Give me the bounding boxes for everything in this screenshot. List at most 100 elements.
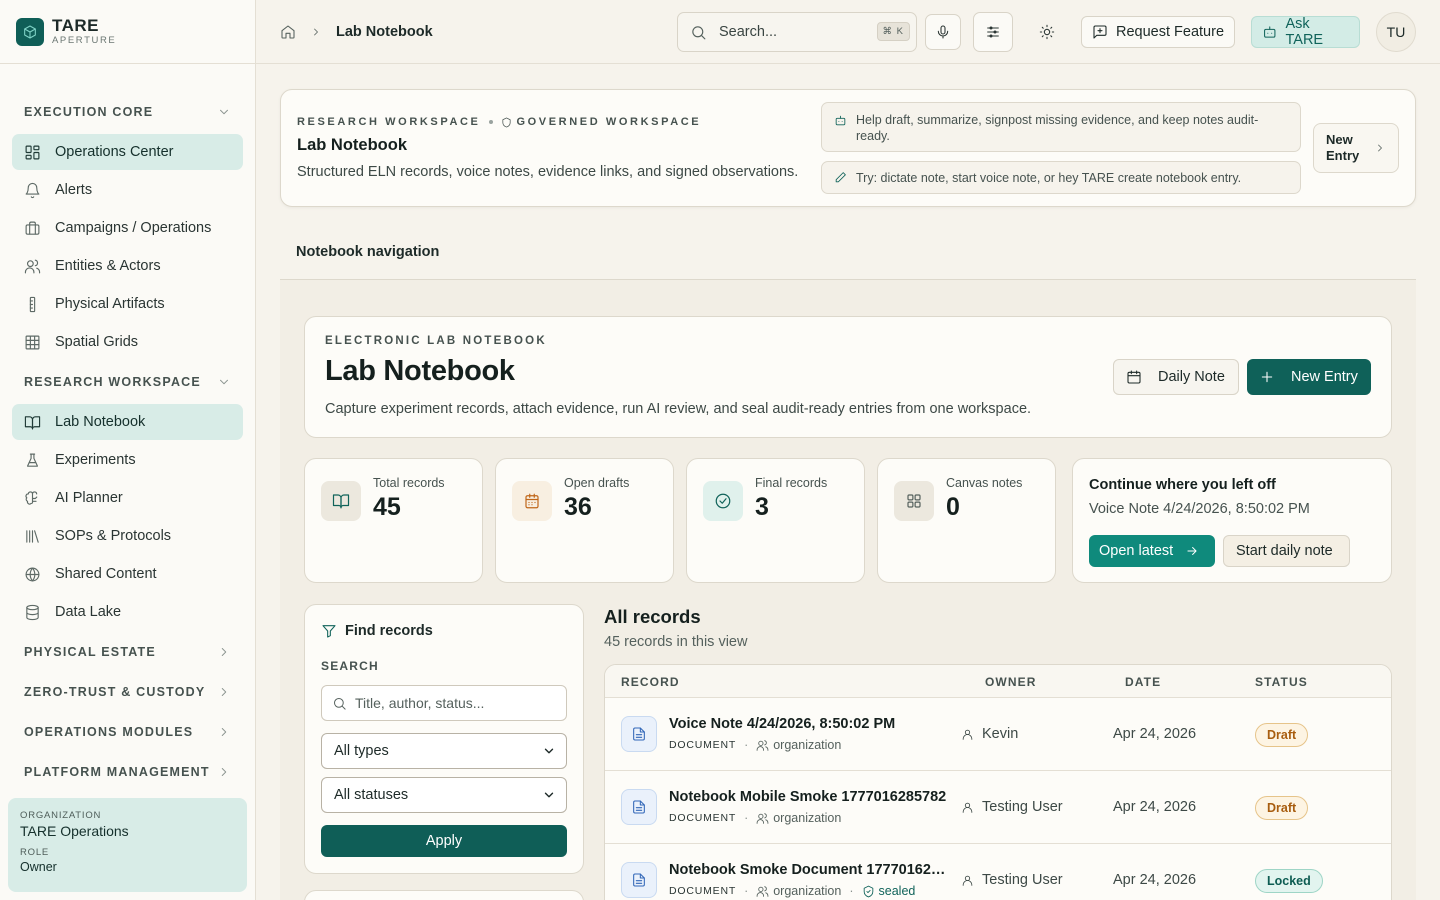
- stat-card-canvas-notes[interactable]: Canvas notes 0: [877, 458, 1056, 583]
- stat-card-total-records[interactable]: Total records 45: [304, 458, 483, 583]
- continue-card: Continue where you left off Voice Note 4…: [1072, 458, 1392, 583]
- user-avatar[interactable]: TU: [1376, 12, 1416, 52]
- chevron-right-icon: [1378, 144, 1382, 152]
- sidebar-item-alerts[interactable]: Alerts: [12, 172, 243, 208]
- nav-section-label: EXECUTION CORE: [24, 105, 154, 119]
- sidebar-item-label: AI Planner: [55, 490, 123, 506]
- sidebar-item-label: SOPs & Protocols: [55, 528, 172, 544]
- stat-value: 36: [564, 493, 592, 521]
- pen-icon: [835, 172, 846, 183]
- column-header-record[interactable]: RECORD: [621, 675, 680, 689]
- brand-subtitle: APERTURE: [52, 34, 117, 46]
- banner-new-entry-button[interactable]: New Entry: [1313, 123, 1399, 173]
- column-header-date[interactable]: DATE: [1125, 675, 1161, 689]
- sidebar-item-physical-artifacts[interactable]: Physical Artifacts: [12, 286, 243, 322]
- sidebar-item-sops[interactable]: SOPs & Protocols: [12, 518, 243, 554]
- find-records-title: Find records: [345, 623, 433, 639]
- nav-section-platform-management[interactable]: PLATFORM MANAGEMENT: [12, 752, 243, 789]
- new-entry-button[interactable]: New Entry: [1247, 359, 1371, 395]
- record-owner: Kevin: [961, 726, 1018, 742]
- sidebar-item-entities[interactable]: Entities & Actors: [12, 248, 243, 284]
- record-owner-name: Kevin: [982, 726, 1019, 742]
- status-select[interactable]: All statuses: [321, 777, 567, 813]
- search-icon: [692, 25, 706, 39]
- document-icon-wrap: [621, 789, 657, 825]
- meta-separator: ·: [744, 811, 749, 825]
- stat-card-final-records[interactable]: Final records 3: [686, 458, 865, 583]
- hero-eyebrow: ELECTRONIC LAB NOTEBOOK: [325, 335, 547, 347]
- new-entry-line2: Entry: [1326, 148, 1360, 163]
- chevron-down-icon: [220, 109, 228, 115]
- continue-subtitle: Voice Note 4/24/2026, 8:50:02 PM: [1089, 501, 1310, 517]
- sidebar-item-operations-center[interactable]: Operations Center: [12, 134, 243, 170]
- brand[interactable]: TARE APERTURE: [0, 0, 255, 64]
- sidebar-item-ai-planner[interactable]: AI Planner: [12, 480, 243, 516]
- global-search-input[interactable]: Search... ⌘ K: [677, 12, 917, 52]
- sidebar-item-campaigns[interactable]: Campaigns / Operations: [12, 210, 243, 246]
- workspace-banner: RESEARCH WORKSPACE GOVERNED WORKSPACE La…: [280, 89, 1416, 207]
- home-icon[interactable]: [280, 24, 296, 40]
- stat-value: 0: [946, 493, 960, 521]
- records-search-input[interactable]: Title, author, status...: [321, 685, 567, 721]
- notebook-navigation-heading[interactable]: Notebook navigation: [296, 244, 439, 260]
- meta-separator: ·: [744, 884, 749, 898]
- open-latest-button[interactable]: Open latest: [1089, 535, 1215, 567]
- theme-toggle-button[interactable]: [1029, 14, 1065, 50]
- record-scope: organization: [773, 811, 842, 825]
- filters-button[interactable]: [973, 12, 1013, 52]
- stat-label: Canvas notes: [946, 476, 1023, 490]
- org-label: ORGANIZATION: [20, 810, 102, 821]
- top-bar: Lab Notebook Search... ⌘ K Request Featu…: [256, 0, 1440, 64]
- shield-icon: [501, 117, 511, 127]
- sidebar-item-shared-content[interactable]: Shared Content: [12, 556, 243, 592]
- stat-label: Open drafts: [564, 476, 630, 490]
- table-row[interactable]: Voice Note 4/24/2026, 8:50:02 PM DOCUMEN…: [605, 698, 1391, 771]
- briefcase-icon: [25, 221, 40, 235]
- users-icon: [756, 739, 769, 751]
- sidebar-item-lab-notebook[interactable]: Lab Notebook: [12, 404, 243, 440]
- nav-section-zero-trust[interactable]: ZERO-TRUST & CUSTODY: [12, 672, 243, 712]
- organization-card[interactable]: ORGANIZATION TARE Operations ROLE Owner: [8, 798, 247, 892]
- sidebar-nav: EXECUTION CORE Operations Center Alerts …: [0, 64, 255, 789]
- chevron-right-icon: [314, 28, 318, 35]
- nav-section-research-workspace[interactable]: RESEARCH WORKSPACE: [12, 362, 243, 402]
- column-header-status[interactable]: STATUS: [1255, 675, 1308, 689]
- sun-icon: [1039, 24, 1055, 40]
- database-icon: [26, 604, 39, 620]
- ask-tare-button[interactable]: Ask TARE: [1251, 16, 1360, 48]
- nav-section-execution-core[interactable]: EXECUTION CORE: [12, 92, 243, 132]
- table-row[interactable]: Notebook Mobile Smoke 1777016285782 DOCU…: [605, 771, 1391, 844]
- voice-command-hint[interactable]: Try: dictate note, start voice note, or …: [821, 161, 1301, 194]
- sidebar-item-label: Experiments: [55, 452, 136, 468]
- users-icon: [756, 812, 769, 824]
- record-title[interactable]: Notebook Mobile Smoke 1777016285782: [669, 789, 946, 805]
- start-daily-note-button[interactable]: Start daily note: [1223, 535, 1350, 567]
- sidebar-item-spatial-grids[interactable]: Spatial Grids: [12, 324, 243, 360]
- nav-section-physical-estate[interactable]: PHYSICAL ESTATE: [12, 632, 243, 672]
- nav-section-label: ZERO-TRUST & CUSTODY: [24, 685, 206, 699]
- role-label: ROLE: [20, 847, 50, 858]
- find-records-panel: Find records SEARCH Title, author, statu…: [304, 604, 584, 874]
- search-label: SEARCH: [321, 659, 379, 673]
- daily-note-button[interactable]: Daily Note: [1113, 359, 1239, 395]
- apply-filters-button[interactable]: Apply: [321, 825, 567, 857]
- type-select[interactable]: All types: [321, 733, 567, 769]
- column-header-owner[interactable]: OWNER: [985, 675, 1037, 689]
- hero-description: Capture experiment records, attach evide…: [325, 401, 1032, 417]
- bot-icon: [835, 115, 846, 126]
- table-row[interactable]: Notebook Smoke Document 177701627... DOC…: [605, 844, 1391, 900]
- plus-icon: [1261, 371, 1273, 383]
- request-feature-button[interactable]: Request Feature: [1081, 16, 1235, 48]
- find-records-heading: Find records: [321, 623, 433, 639]
- grid-icon: [907, 494, 921, 508]
- sidebar-item-experiments[interactable]: Experiments: [12, 442, 243, 478]
- record-title[interactable]: Voice Note 4/24/2026, 8:50:02 PM: [669, 716, 895, 732]
- sidebar-item-data-lake[interactable]: Data Lake: [12, 594, 243, 630]
- nav-section-label: RESEARCH WORKSPACE: [24, 375, 201, 389]
- records-count: 45 records in this view: [604, 634, 748, 650]
- voice-input-button[interactable]: [925, 14, 961, 50]
- record-meta: DOCUMENT · organization · sealed: [669, 884, 915, 898]
- nav-section-operations-modules[interactable]: OPERATIONS MODULES: [12, 712, 243, 752]
- record-title[interactable]: Notebook Smoke Document 177701627...: [669, 862, 949, 878]
- stat-card-open-drafts[interactable]: Open drafts 36: [495, 458, 674, 583]
